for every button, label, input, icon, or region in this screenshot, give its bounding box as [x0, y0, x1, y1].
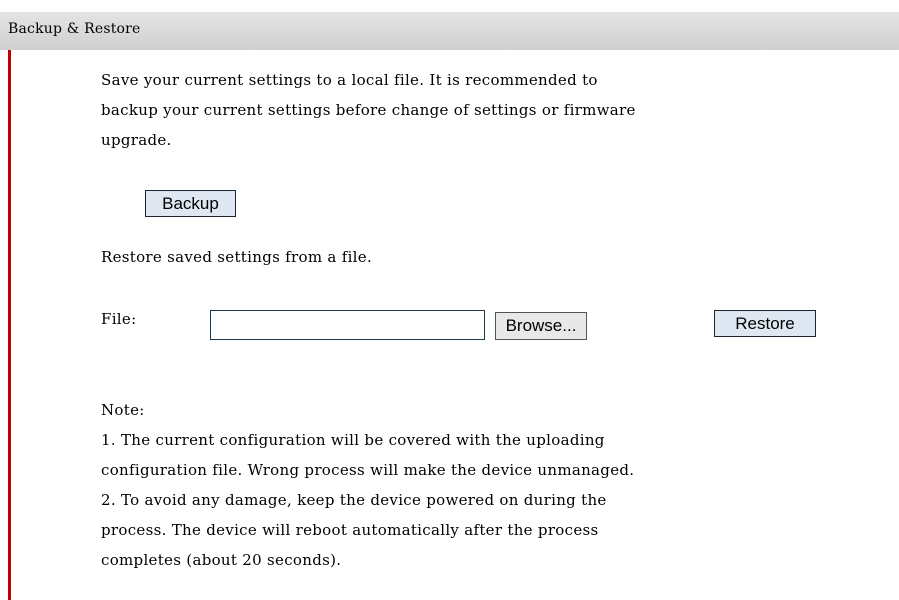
backup-description-line: Save your current settings to a local fi… — [101, 71, 598, 89]
note-line: configuration file. Wrong process will m… — [101, 461, 635, 479]
left-accent-rule — [8, 50, 11, 600]
restore-button[interactable]: Restore — [714, 310, 816, 337]
backup-restore-page: Backup & Restore Save your current setti… — [0, 0, 899, 600]
backup-button[interactable]: Backup — [145, 190, 236, 217]
note-block: Note: 1. The current configuration will … — [101, 395, 634, 575]
section-header: Backup & Restore — [0, 12, 899, 50]
note-line: completes (about 20 seconds). — [101, 551, 342, 569]
note-line: process. The device will reboot automati… — [101, 521, 599, 539]
browse-button[interactable]: Browse... — [495, 312, 587, 340]
file-label: File: — [101, 310, 137, 328]
section-title: Backup & Restore — [8, 21, 141, 37]
note-line: 1. The current configuration will be cov… — [101, 431, 605, 449]
note-line: 2. To avoid any damage, keep the device … — [101, 491, 607, 509]
restore-description: Restore saved settings from a file. — [101, 248, 373, 266]
file-path-input[interactable] — [210, 310, 485, 340]
backup-description-line: backup your current settings before chan… — [101, 101, 636, 119]
backup-description-line: upgrade. — [101, 131, 172, 149]
note-heading: Note: — [101, 401, 145, 419]
backup-description: Save your current settings to a local fi… — [101, 65, 636, 155]
